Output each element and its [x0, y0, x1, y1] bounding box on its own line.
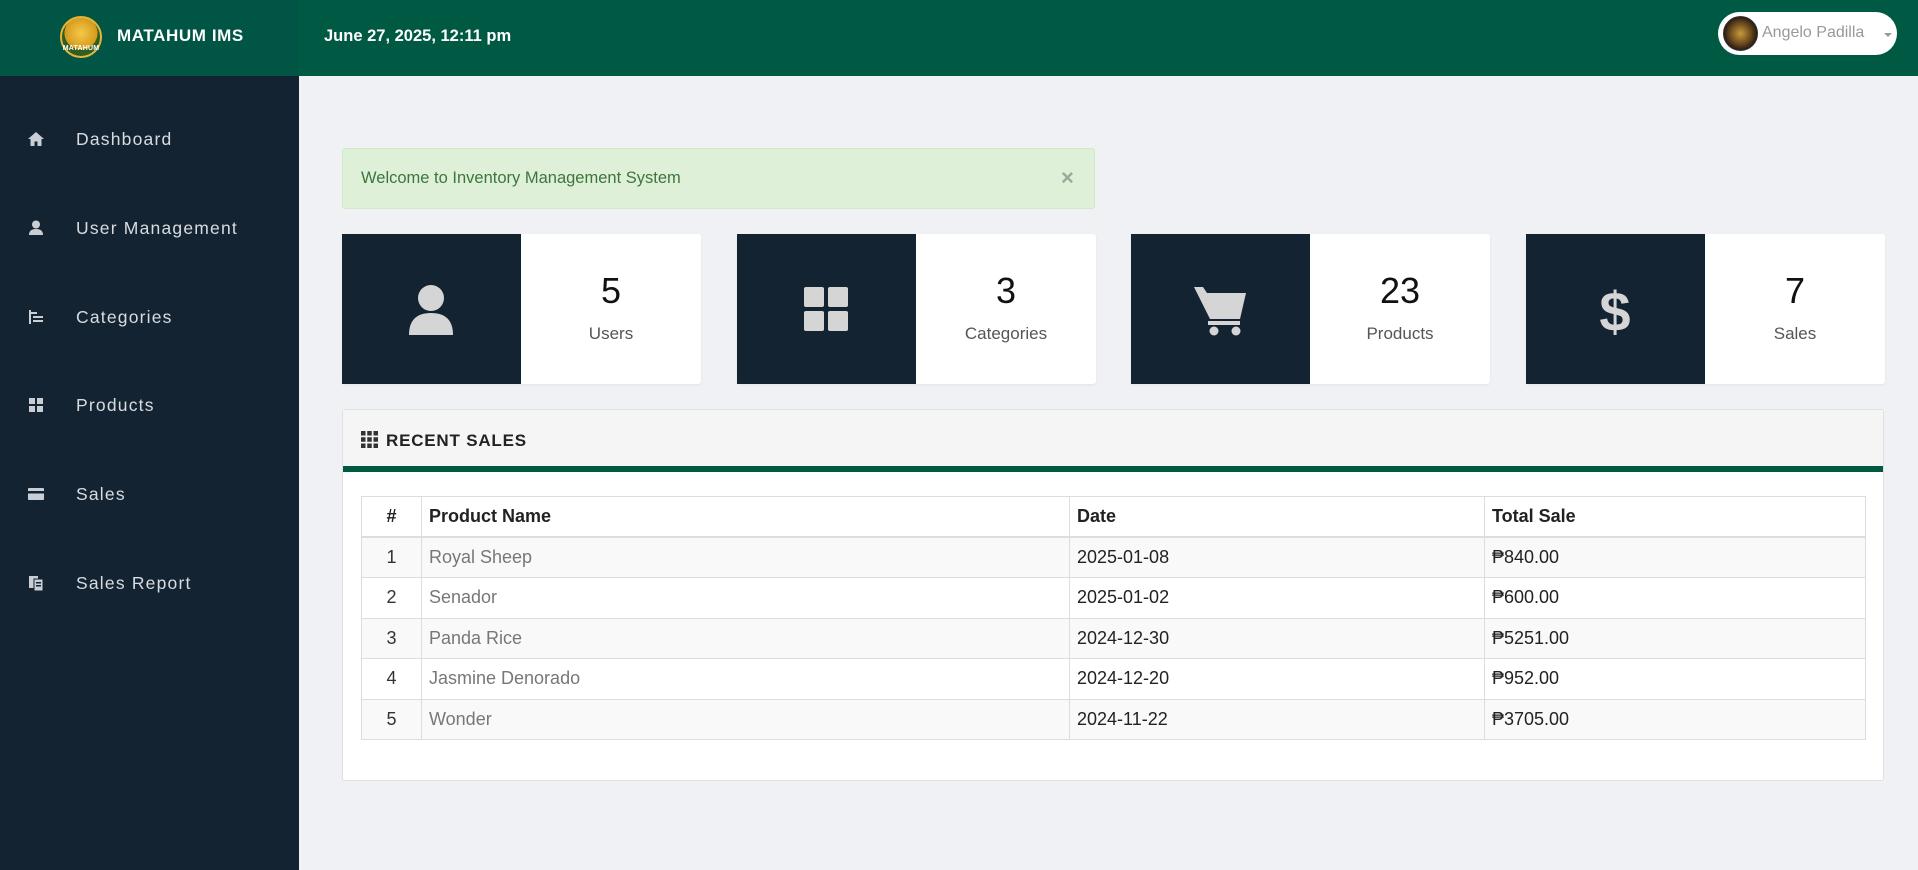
- sidebar-item-label: Dashboard: [76, 129, 173, 149]
- column-header-number: #: [361, 496, 422, 538]
- chevron-down-icon: [1884, 33, 1892, 37]
- user-icon: [409, 285, 453, 335]
- cell-date: 2024-12-30: [1069, 617, 1485, 659]
- cell-total-sale: ₱3705.00: [1484, 698, 1866, 740]
- sidebar-item-dashboard[interactable]: Dashboard: [0, 109, 299, 169]
- cart-icon: [1194, 287, 1246, 336]
- stat-icon-box: $: [1526, 234, 1705, 384]
- alert-message: Welcome to Inventory Management System: [361, 169, 681, 187]
- panel-header: RECENT SALES: [343, 410, 1883, 472]
- column-header-date: Date: [1069, 496, 1485, 538]
- grid-icon: [361, 431, 378, 448]
- stat-card-sales: $ 7 Sales: [1526, 234, 1885, 384]
- cell-date: 2025-01-02: [1069, 577, 1485, 619]
- cell-date: 2025-01-08: [1069, 536, 1485, 578]
- table-row: 1 Royal Sheep 2025-01-08 ₱840.00: [361, 536, 1866, 578]
- table-row: 3 Panda Rice 2024-12-30 ₱5251.00: [361, 617, 1866, 659]
- sidebar: Dashboard User Management Categories Pro…: [0, 76, 299, 870]
- stat-value: 7: [1784, 270, 1806, 311]
- user-name: Angelo Padilla: [1762, 24, 1865, 41]
- stat-icon-box: [737, 234, 916, 384]
- sidebar-item-label: User Management: [76, 218, 238, 238]
- grid-icon: [29, 398, 43, 412]
- sidebar-item-label: Sales Report: [76, 573, 192, 593]
- stat-label: Users: [588, 324, 634, 343]
- stat-card-categories: 3 Categories: [737, 234, 1096, 384]
- cell-number: 3: [361, 617, 422, 659]
- recent-sales-table: # Product Name Date Total Sale 1 Royal S…: [361, 496, 1866, 740]
- sidebar-item-sales[interactable]: Sales: [0, 464, 299, 524]
- cell-date: 2024-11-22: [1069, 698, 1485, 740]
- cell-total-sale: ₱840.00: [1484, 536, 1866, 578]
- cell-number: 1: [361, 536, 422, 578]
- column-header-product-name: Product Name: [421, 496, 1070, 538]
- avatar: [1723, 16, 1758, 51]
- top-header: MATAHUM MATAHUM IMS June 27, 2025, 12:11…: [0, 0, 1918, 76]
- stat-icon-box: [342, 234, 521, 384]
- duplicate-icon: [29, 576, 44, 592]
- dollar-icon: $: [1599, 280, 1630, 339]
- cell-total-sale: ₱952.00: [1484, 658, 1866, 700]
- stat-card-products: 23 Products: [1131, 234, 1490, 384]
- column-header-total-sale: Total Sale: [1484, 496, 1866, 538]
- stat-value: 3: [995, 270, 1017, 311]
- recent-sales-panel: RECENT SALES # Product Name Date Total S…: [342, 409, 1884, 781]
- table-row: 2 Senador 2025-01-02 ₱600.00: [361, 577, 1866, 619]
- current-datetime: June 27, 2025, 12:11 pm: [324, 27, 512, 45]
- user-menu-button[interactable]: Angelo Padilla: [1718, 12, 1897, 55]
- cell-product-name: Senador: [421, 577, 1070, 619]
- brand-name: MATAHUM IMS: [117, 26, 244, 45]
- sidebar-item-user-management[interactable]: User Management: [0, 198, 299, 258]
- stat-label: Categories: [964, 324, 1048, 343]
- cell-total-sale: ₱5251.00: [1484, 617, 1866, 659]
- sidebar-item-sales-report[interactable]: Sales Report: [0, 553, 299, 613]
- indent-list-icon: [29, 310, 43, 324]
- cell-number: 5: [361, 698, 422, 740]
- cell-product-name: Jasmine Denorado: [421, 658, 1070, 700]
- cell-date: 2024-12-20: [1069, 658, 1485, 700]
- stat-value: 5: [600, 270, 622, 311]
- cell-total-sale: ₱600.00: [1484, 577, 1866, 619]
- sidebar-item-label: Categories: [76, 307, 173, 327]
- grid-icon: [804, 287, 848, 331]
- logo-text: MATAHUM: [62, 45, 100, 52]
- cell-number: 4: [361, 658, 422, 700]
- sidebar-item-categories[interactable]: Categories: [0, 287, 299, 347]
- user-icon: [29, 220, 43, 235]
- sidebar-item-products[interactable]: Products: [0, 375, 299, 435]
- brand[interactable]: MATAHUM MATAHUM IMS: [0, 0, 299, 76]
- stat-label: Sales: [1773, 324, 1817, 343]
- welcome-alert: Welcome to Inventory Management System ×: [342, 148, 1095, 209]
- table-header-row: # Product Name Date Total Sale: [361, 496, 1866, 538]
- home-icon: [28, 132, 44, 146]
- svg-text:$: $: [1599, 280, 1630, 339]
- cell-product-name: Wonder: [421, 698, 1070, 740]
- stat-card-users: 5 Users: [342, 234, 701, 384]
- cell-product-name: Royal Sheep: [421, 536, 1070, 578]
- sidebar-item-label: Products: [76, 395, 155, 415]
- close-icon[interactable]: ×: [1061, 165, 1074, 191]
- table-row: 4 Jasmine Denorado 2024-12-20 ₱952.00: [361, 658, 1866, 700]
- stat-icon-box: [1131, 234, 1310, 384]
- credit-card-icon: [28, 488, 44, 500]
- panel-title: RECENT SALES: [386, 431, 527, 450]
- cell-product-name: Panda Rice: [421, 617, 1070, 659]
- cell-number: 2: [361, 577, 422, 619]
- table-row: 5 Wonder 2024-11-22 ₱3705.00: [361, 698, 1866, 740]
- stat-label: Products: [1366, 324, 1434, 343]
- sidebar-item-label: Sales: [76, 484, 126, 504]
- stat-value: 23: [1379, 270, 1421, 311]
